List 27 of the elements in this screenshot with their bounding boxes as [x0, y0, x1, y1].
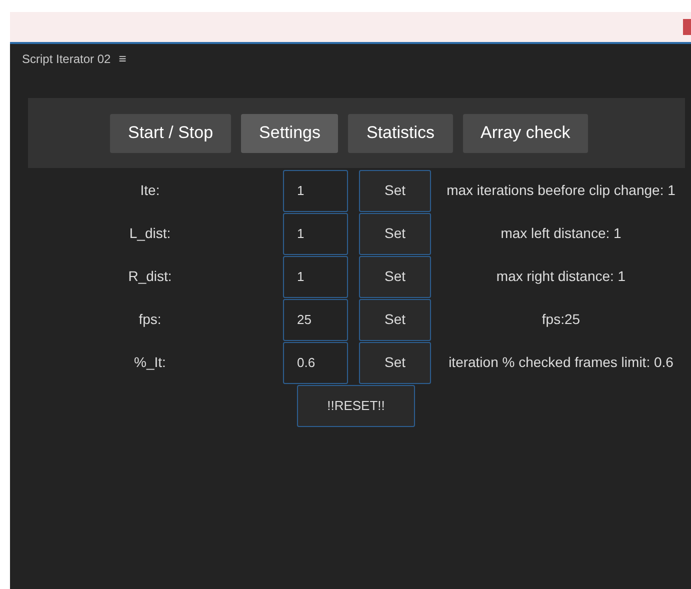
value-field[interactable]: 1	[283, 212, 348, 254]
setting-label: R_dist:	[127, 267, 173, 286]
set-button[interactable]: Set	[359, 170, 431, 212]
set-button[interactable]: Set	[359, 212, 431, 254]
value-field[interactable]: 25	[283, 298, 348, 340]
tab[interactable]: Array check	[462, 114, 588, 152]
tab[interactable]: Settings	[241, 114, 338, 152]
panel-title: Script Iterator 02	[22, 51, 111, 68]
setting-description: max right distance: 1	[495, 268, 627, 285]
value-field[interactable]: 1	[283, 256, 348, 298]
setting-label: Ite:	[139, 181, 161, 200]
menu-icon[interactable]: ≡	[118, 49, 126, 69]
setting-description: iteration % checked frames limit: 0.6	[448, 354, 674, 371]
tab[interactable]: Statistics	[348, 114, 453, 152]
set-button[interactable]: Set	[359, 342, 431, 384]
setting-label: L_dist:	[128, 224, 172, 243]
setting-description: fps:25	[540, 311, 582, 328]
setting-label: %_It:	[133, 353, 167, 372]
value-field[interactable]: 1	[283, 170, 348, 212]
reset-button[interactable]: !!RESET!!	[297, 385, 415, 427]
setting-label: fps:	[138, 310, 162, 329]
value-field[interactable]: 0.6	[283, 342, 348, 384]
set-button[interactable]: Set	[359, 256, 431, 298]
set-button[interactable]: Set	[359, 298, 431, 340]
setting-description: max left distance: 1	[500, 225, 622, 242]
tab[interactable]: Start / Stop	[110, 114, 232, 152]
setting-description: max iterations beefore clip change: 1	[446, 182, 676, 199]
